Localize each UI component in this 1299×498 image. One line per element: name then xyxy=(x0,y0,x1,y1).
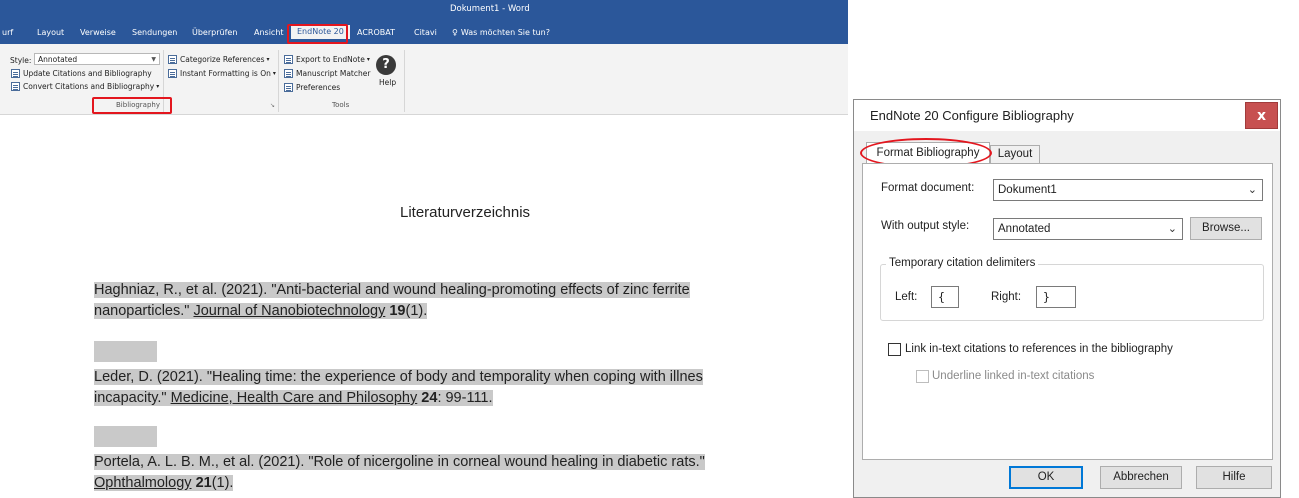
categorize-icon xyxy=(168,55,177,64)
convert-citations-label: Convert Citations and Bibliography xyxy=(23,82,155,91)
update-citations-button[interactable]: Update Citations and Bibliography xyxy=(11,69,152,78)
bibliography-group-highlight xyxy=(92,97,172,114)
instant-formatting-icon xyxy=(168,69,177,78)
output-style-dropdown[interactable]: Annotated ⌄ xyxy=(993,218,1183,240)
help-label[interactable]: Help xyxy=(379,78,396,87)
tab-entwurf[interactable]: urf xyxy=(2,28,13,37)
categorize-label: Categorize References xyxy=(180,55,265,64)
group-separator xyxy=(278,50,279,112)
update-citations-icon xyxy=(11,69,20,78)
field-code-highlight xyxy=(94,426,157,447)
export-icon xyxy=(284,55,293,64)
help-icon[interactable]: ? xyxy=(376,55,396,75)
tab-verweise[interactable]: Verweise xyxy=(80,28,116,37)
reference-line: nanoparticles." xyxy=(94,303,194,319)
link-citations-label[interactable]: Link in-text citations to references in … xyxy=(905,343,1173,355)
link-citations-checkbox[interactable] xyxy=(888,343,901,356)
reference-rest: : 99-111. xyxy=(437,390,493,406)
tell-me-box[interactable]: ♀ Was möchten Sie tun? xyxy=(452,28,550,37)
style-label: Style: xyxy=(10,56,32,65)
tab-ansicht[interactable]: Ansicht xyxy=(254,28,284,37)
word-window: Dokument1 - Word urf Layout Verweise Sen… xyxy=(0,0,848,498)
convert-citations-button[interactable]: Convert Citations and Bibliography ▾ xyxy=(11,82,159,91)
tab-citavi[interactable]: Citavi xyxy=(414,28,437,37)
ok-button[interactable]: OK xyxy=(1009,466,1083,489)
preferences-button[interactable]: Preferences xyxy=(284,83,340,92)
instant-formatting-button[interactable]: Instant Formatting is On ▾ xyxy=(168,69,276,78)
export-to-endnote-button[interactable]: Export to EndNote ▾ xyxy=(284,55,370,64)
reference-line: Leder, D. (2021). "Healing time: the exp… xyxy=(94,369,703,385)
output-style-value: Annotated xyxy=(998,223,1051,235)
chevron-down-icon: ⌄ xyxy=(1167,223,1177,235)
manuscript-matcher-label: Manuscript Matcher xyxy=(296,69,371,78)
underline-citations-checkbox xyxy=(916,370,929,383)
left-delimiter-input[interactable]: { xyxy=(931,286,959,308)
style-value: Annotated xyxy=(38,55,78,64)
volume: 24 xyxy=(421,390,438,406)
preferences-icon xyxy=(284,83,293,92)
tell-me-text: Was möchten Sie tun? xyxy=(460,28,550,37)
close-button[interactable]: x xyxy=(1245,102,1278,129)
reference-entry[interactable]: Leder, D. (2021). "Healing time: the exp… xyxy=(94,367,703,409)
volume: 19 xyxy=(389,303,406,319)
ribbon-tab-bar: urf Layout Verweise Sendungen Überprüfen… xyxy=(0,22,848,44)
export-label: Export to EndNote xyxy=(296,55,365,64)
bibliography-heading: Literaturverzeichnis xyxy=(400,204,531,221)
manuscript-matcher-button[interactable]: Manuscript Matcher xyxy=(284,69,370,78)
categorize-references-button[interactable]: Categorize References ▾ xyxy=(168,55,270,64)
group-label-tools: Tools xyxy=(332,101,350,109)
reference-line: Portela, A. L. B. M., et al. (2021). "Ro… xyxy=(94,454,705,470)
dialog-title: EndNote 20 Configure Bibliography xyxy=(870,108,1074,123)
tab-layout[interactable]: Layout xyxy=(37,28,64,37)
cancel-button[interactable]: Abbrechen xyxy=(1100,466,1182,489)
dialog-title-bar[interactable]: EndNote 20 Configure Bibliography x xyxy=(854,100,1280,131)
tab-layout[interactable]: Layout xyxy=(990,145,1040,164)
group-separator xyxy=(404,50,405,112)
update-citations-label: Update Citations and Bibliography xyxy=(23,69,152,78)
dialog-launcher-icon[interactable]: ↘ xyxy=(270,102,275,109)
dropdown-arrow-icon: ▾ xyxy=(266,56,270,63)
dropdown-arrow-icon: ▾ xyxy=(272,70,276,77)
reference-line: incapacity." xyxy=(94,390,171,406)
help-button[interactable]: Hilfe xyxy=(1196,466,1272,489)
convert-citations-icon xyxy=(11,82,20,91)
dropdown-arrow-icon: ▾ xyxy=(156,83,160,90)
tab-sendungen[interactable]: Sendungen xyxy=(132,28,177,37)
journal-name: Journal of Nanobiotechnology xyxy=(193,303,386,319)
left-delimiter-label: Left: xyxy=(895,291,918,303)
format-document-value: Dokument1 xyxy=(998,184,1057,196)
reference-rest: (1). xyxy=(211,475,234,491)
tab-ueberpruefen[interactable]: Überprüfen xyxy=(192,28,237,37)
word-title-bar: Dokument1 - Word xyxy=(0,0,848,22)
chevron-down-icon: ▼ xyxy=(151,56,156,63)
format-document-label: Format document: xyxy=(881,182,975,194)
reference-rest: (1). xyxy=(405,303,428,319)
field-code-highlight xyxy=(94,341,157,362)
preferences-label: Preferences xyxy=(296,83,341,92)
volume: 21 xyxy=(195,475,212,491)
chevron-down-icon: ⌄ xyxy=(1247,184,1257,196)
journal-name: Ophthalmology xyxy=(94,475,192,491)
underline-citations-label: Underline linked in-text citations xyxy=(932,370,1095,382)
browse-button[interactable]: Browse... xyxy=(1190,217,1262,240)
output-style-label: With output style: xyxy=(881,220,970,232)
manuscript-matcher-icon xyxy=(284,69,293,78)
right-delimiter-input[interactable]: } xyxy=(1036,286,1076,308)
reference-entry[interactable]: Portela, A. L. B. M., et al. (2021). "Ro… xyxy=(94,452,705,494)
delimiters-group-title: Temporary citation delimiters xyxy=(886,257,1039,269)
journal-name: Medicine, Health Care and Philosophy xyxy=(170,390,418,406)
dropdown-arrow-icon: ▾ xyxy=(366,56,370,63)
lightbulb-icon: ♀ xyxy=(452,28,458,37)
instant-formatting-label: Instant Formatting is On xyxy=(180,69,271,78)
window-title: Dokument1 - Word xyxy=(450,4,530,14)
style-dropdown[interactable]: Annotated ▼ xyxy=(34,53,160,65)
tab-acrobat[interactable]: ACROBAT xyxy=(357,28,395,37)
reference-line: Haghniaz, R., et al. (2021). "Anti-bacte… xyxy=(94,282,690,298)
format-document-dropdown[interactable]: Dokument1 ⌄ xyxy=(993,179,1263,201)
configure-bibliography-dialog: EndNote 20 Configure Bibliography x Form… xyxy=(853,99,1281,498)
reference-entry[interactable]: Haghniaz, R., et al. (2021). "Anti-bacte… xyxy=(94,280,690,322)
right-delimiter-label: Right: xyxy=(991,291,1022,303)
endnote-tab-highlight xyxy=(287,24,348,44)
